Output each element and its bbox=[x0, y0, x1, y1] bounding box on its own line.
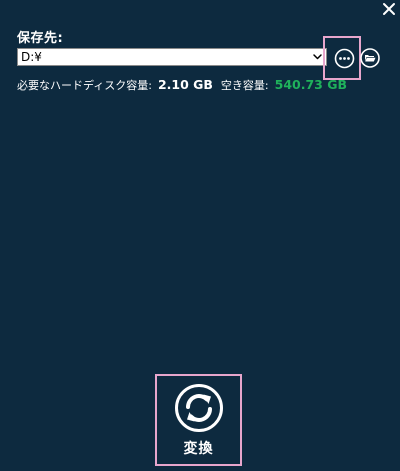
folder-open-icon[interactable] bbox=[360, 48, 380, 68]
convert-refresh-icon[interactable] bbox=[174, 383, 224, 433]
close-button[interactable] bbox=[381, 1, 397, 17]
open-folder-button[interactable] bbox=[360, 48, 380, 68]
disk-space-info: 必要なハードディスク容量: 2.10 GB 空き容量: 540.73 GB bbox=[17, 77, 347, 93]
save-destination-label: 保存先: bbox=[17, 31, 64, 46]
browse-path-button[interactable] bbox=[334, 48, 355, 69]
close-icon[interactable] bbox=[381, 1, 397, 17]
free-space-value: 540.73 GB bbox=[274, 77, 348, 92]
required-space-value: 2.10 GB bbox=[157, 77, 213, 92]
save-path-dropdown[interactable]: D:¥ bbox=[17, 48, 327, 66]
free-space-label: 空き容量: bbox=[220, 79, 269, 92]
required-space-label: 必要なハードディスク容量: bbox=[17, 79, 152, 92]
more-dots-icon[interactable] bbox=[334, 48, 355, 69]
chevron-down-icon[interactable] bbox=[312, 51, 323, 62]
convert-label: 変換 bbox=[183, 441, 214, 457]
save-path-value: D:¥ bbox=[21, 50, 42, 64]
